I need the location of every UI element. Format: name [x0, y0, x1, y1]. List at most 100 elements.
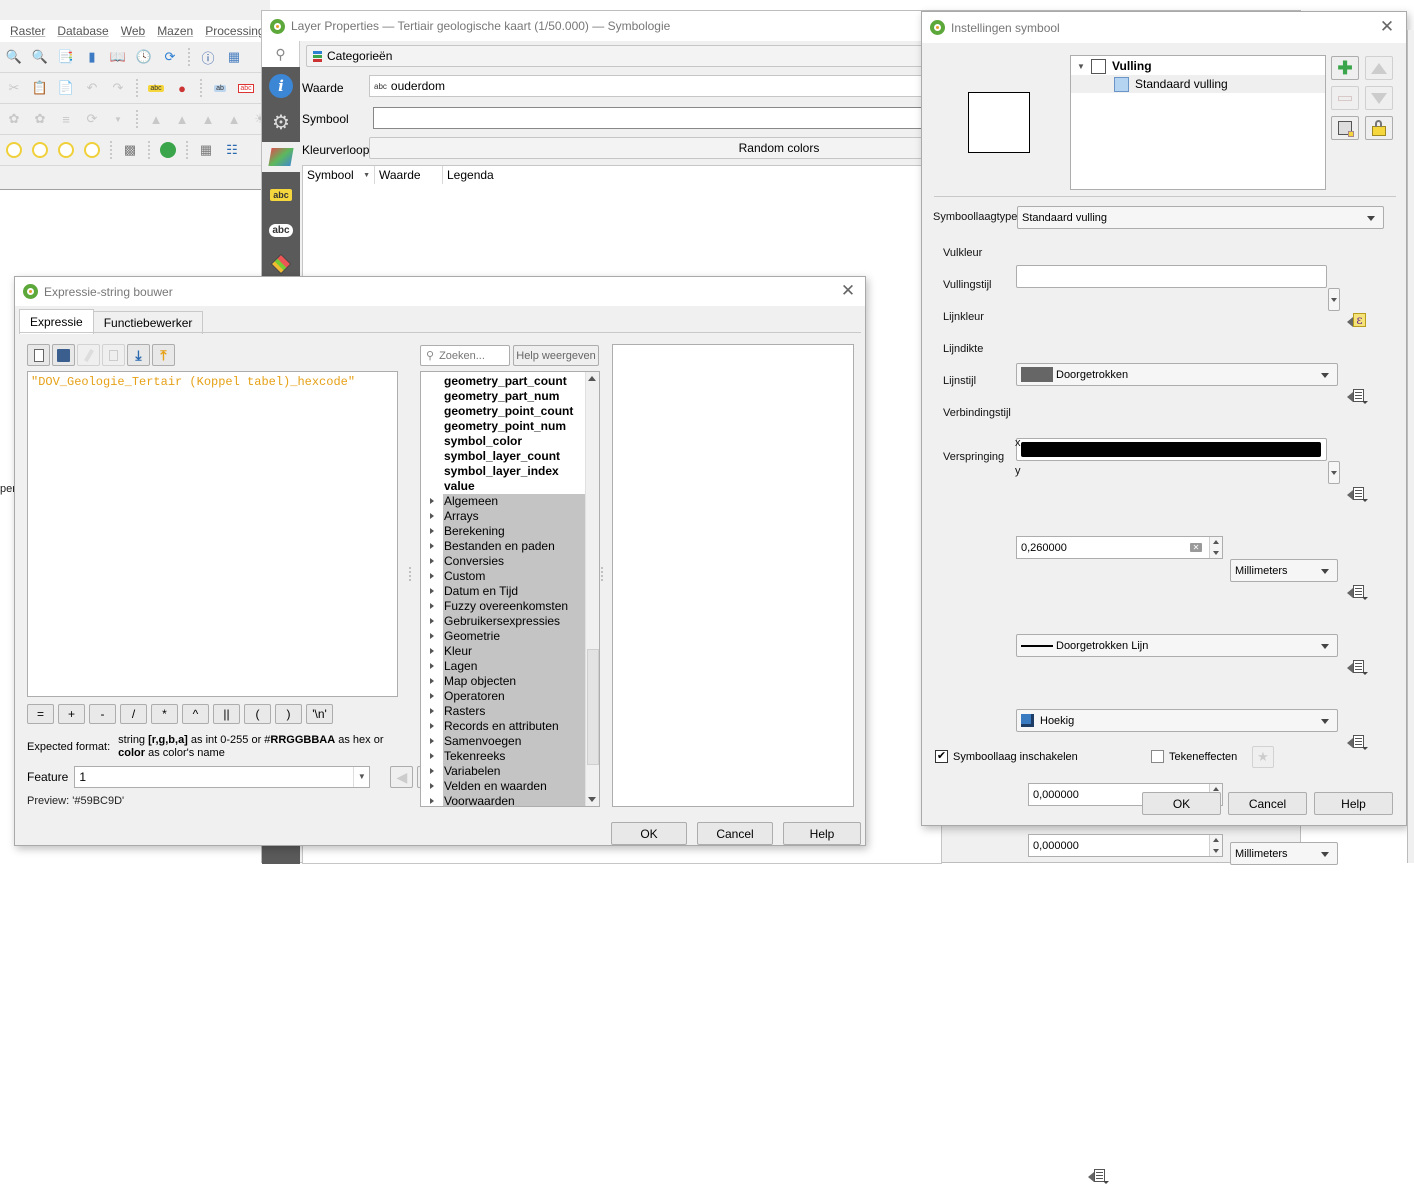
offset-y-input[interactable]: 0,000000	[1028, 834, 1223, 857]
stroke-color-dropdown[interactable]	[1328, 461, 1340, 484]
zoom-to-selection-icon[interactable]: 🔍	[30, 47, 50, 67]
fill-color-dropdown[interactable]	[1328, 288, 1340, 311]
import-icon[interactable]: ⤓	[127, 344, 150, 366]
scroll-thumb[interactable]	[587, 649, 599, 765]
symbol-button[interactable]	[373, 107, 939, 129]
scroll-down-icon[interactable]	[588, 797, 596, 802]
variable-item[interactable]: geometry_part_count	[421, 374, 599, 389]
data-defined-override-icon[interactable]	[1347, 387, 1369, 407]
effects-settings-button[interactable]: ★	[1252, 746, 1274, 768]
variable-item[interactable]: symbol_layer_index	[421, 464, 599, 479]
3d-view-icon[interactable]	[266, 249, 296, 279]
close-icon[interactable]: ✕	[839, 282, 857, 300]
clear-icon[interactable]: ✕	[1190, 543, 1202, 552]
renderer-type-combo[interactable]: Categorieën	[306, 45, 936, 67]
symbol-layer-type-combo[interactable]: Standaard vulling	[1017, 206, 1384, 229]
move-down-button[interactable]	[1365, 86, 1393, 110]
operator-newline-button[interactable]: '\n'	[306, 704, 333, 724]
function-group-item[interactable]: Conversies	[421, 554, 599, 569]
ok-button[interactable]: OK	[611, 822, 687, 845]
spin-arrows[interactable]	[1209, 835, 1222, 856]
new-bookmark-icon[interactable]: 📑	[56, 47, 76, 67]
new-file-icon[interactable]	[27, 344, 50, 366]
stroke-width-unit-combo[interactable]: Millimeters	[1230, 559, 1338, 582]
show-help-button[interactable]: Help weergeven	[513, 345, 599, 366]
rotate-icon[interactable]: ⟳	[82, 109, 102, 129]
bookmark-icon[interactable]: ▮	[82, 47, 102, 67]
source-settings-icon[interactable]: ⚙	[266, 107, 296, 137]
undo-icon[interactable]: ↶	[82, 78, 102, 98]
operator-divide-button[interactable]: /	[120, 704, 147, 724]
cancel-button[interactable]: Cancel	[697, 822, 773, 845]
data-defined-override-icon[interactable]	[1088, 1167, 1110, 1187]
data-defined-override-icon[interactable]	[1347, 733, 1369, 753]
export-icon[interactable]: ⤒	[152, 344, 175, 366]
function-tree-scrollbar[interactable]	[585, 372, 599, 806]
masks-icon[interactable]: abc	[266, 215, 296, 245]
tab-expression[interactable]: Expressie	[19, 309, 94, 334]
operator-equals-button[interactable]: =	[27, 704, 54, 724]
function-group-item[interactable]: Map objecten	[421, 674, 599, 689]
variable-item[interactable]: value	[421, 479, 599, 494]
offset-curve-icon[interactable]: ▲	[172, 109, 192, 129]
function-group-item[interactable]: Fuzzy overeenkomsten	[421, 599, 599, 614]
operator-plus-button[interactable]: +	[58, 704, 85, 724]
close-icon[interactable]: ✕	[1378, 18, 1396, 36]
function-tree[interactable]: geometry_part_count geometry_part_num geom…	[420, 371, 600, 807]
plugin-tool-1-icon[interactable]	[4, 140, 24, 160]
layout-manager-icon[interactable]: ▦	[196, 140, 216, 160]
operator-close-paren-button[interactable]: )	[275, 704, 302, 724]
scroll-up-icon[interactable]	[588, 376, 596, 381]
labels-icon[interactable]: abc	[266, 180, 296, 210]
column-header-legend[interactable]: Legenda	[443, 166, 941, 184]
column-header-value[interactable]: Waarde	[375, 166, 443, 184]
symbology-icon[interactable]	[262, 142, 300, 172]
function-group-item[interactable]: Voorwaarden	[421, 794, 599, 806]
menu-mazen[interactable]: Mazen	[157, 24, 193, 38]
function-group-item[interactable]: Rasters	[421, 704, 599, 719]
move-up-button[interactable]	[1365, 56, 1393, 80]
menu-database[interactable]: Database	[57, 24, 108, 38]
join-style-combo[interactable]: Hoekig	[1016, 709, 1338, 732]
plugin-tool-3-icon[interactable]	[56, 140, 76, 160]
reshape-icon[interactable]: ≡	[56, 109, 76, 129]
value-field-combo[interactable]: abc ouderdom	[369, 75, 939, 97]
attribute-table-icon[interactable]: ▦	[224, 47, 244, 67]
spin-arrows[interactable]	[1209, 537, 1222, 558]
menu-raster[interactable]: Raster	[10, 24, 45, 38]
stroke-width-input[interactable]: 0,260000 ✕	[1016, 536, 1223, 559]
tab-function-editor[interactable]: Functiebewerker	[92, 311, 204, 334]
function-group-item[interactable]: Geometrie	[421, 629, 599, 644]
paste-icon[interactable]: 📄	[56, 78, 76, 98]
operator-open-paren-button[interactable]: (	[244, 704, 271, 724]
help-button[interactable]: Help	[1314, 792, 1393, 815]
zoom-to-layer-icon[interactable]: 🔍	[4, 47, 24, 67]
stroke-style-combo[interactable]: Doorgetrokken Lijn	[1016, 634, 1338, 657]
operator-minus-button[interactable]: -	[89, 704, 116, 724]
operator-multiply-button[interactable]: *	[151, 704, 178, 724]
function-group-item[interactable]: Velden en waarden	[421, 779, 599, 794]
splitter-handle[interactable]	[409, 567, 412, 581]
copy-icon[interactable]: 📋	[30, 78, 50, 98]
fill-color-button[interactable]	[1016, 265, 1327, 288]
identify-features-icon[interactable]: ⓘ	[198, 47, 218, 67]
function-group-item[interactable]: Lagen	[421, 659, 599, 674]
data-defined-expression-icon[interactable]: ε	[1347, 312, 1369, 332]
pin-labels-icon[interactable]: ab	[210, 78, 230, 98]
vertex-tool-icon[interactable]: ▲	[146, 109, 166, 129]
edit-icon[interactable]	[77, 344, 100, 366]
help-button[interactable]: Help	[783, 822, 861, 845]
label-tool-icon[interactable]: abc	[146, 78, 166, 98]
refresh-icon[interactable]: ⟳	[160, 47, 180, 67]
expand-icon[interactable]: ▼	[1071, 62, 1091, 71]
remove-layer-button[interactable]	[1331, 86, 1359, 110]
database-icon[interactable]: ▩	[120, 140, 140, 160]
merge-features-icon[interactable]: ✿	[30, 109, 50, 129]
add-layer-button[interactable]: ✚	[1331, 56, 1359, 80]
db-import-icon[interactable]: ☷	[222, 140, 242, 160]
draw-effects-checkbox[interactable]	[1151, 750, 1164, 763]
menu-web[interactable]: Web	[121, 24, 145, 38]
data-defined-override-icon[interactable]	[1347, 658, 1369, 678]
variable-item[interactable]: symbol_color	[421, 434, 599, 449]
function-search-input[interactable]: ⚲ Zoeken...	[420, 345, 510, 366]
